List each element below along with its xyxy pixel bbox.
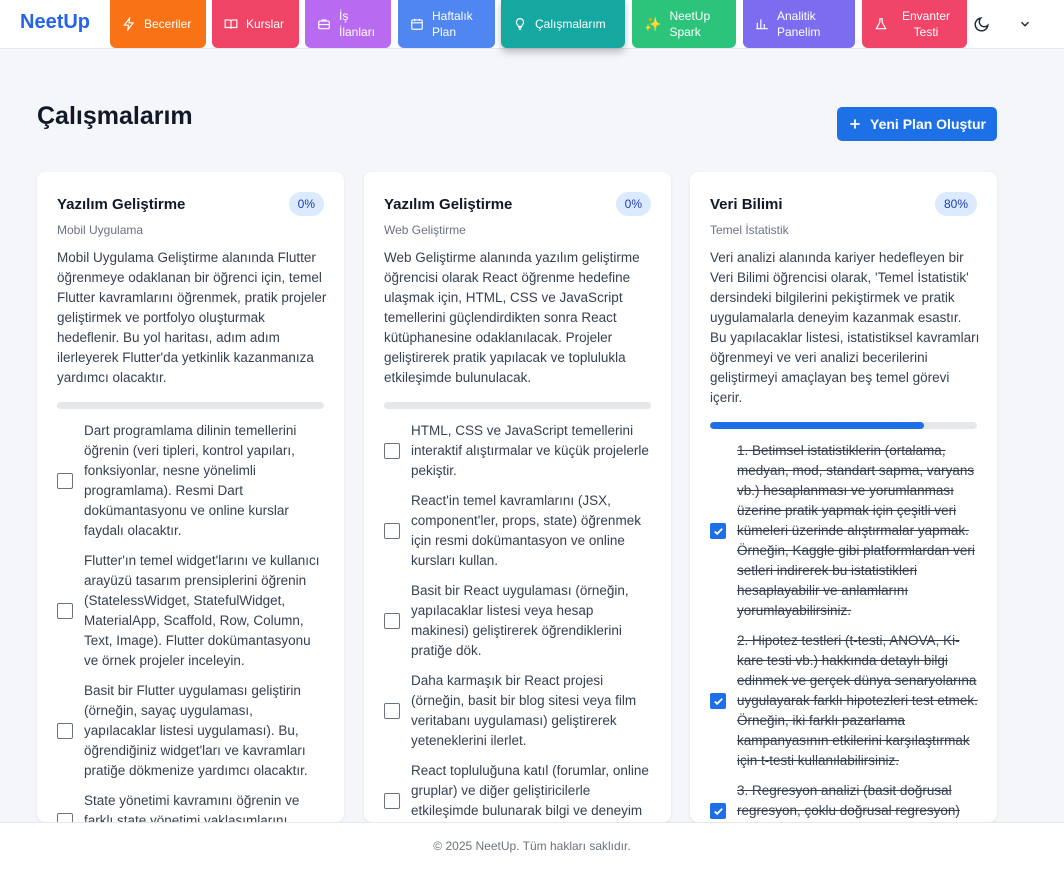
bar-chart-icon — [756, 19, 768, 30]
card-subtitle: Mobil Uygulama — [57, 223, 144, 237]
nav-label: Çalışmalarım — [535, 17, 606, 31]
progress-bar — [57, 402, 324, 409]
checkmark-icon — [713, 527, 723, 535]
nav-label: Haftalık Plan — [432, 9, 473, 39]
nav-analitik-panelim[interactable]: Analitik Panelim — [743, 0, 855, 48]
card-title: Yazılım Geliştirme — [57, 196, 186, 213]
checkmark-icon — [713, 807, 723, 815]
lightbulb-icon — [515, 18, 525, 30]
task-text: 2. Hipotez testleri (t-testi, ANOVA, Ki-… — [737, 633, 978, 768]
plus-icon — [850, 119, 860, 129]
task-text: HTML, CSS ve JavaScript temellerini inte… — [411, 423, 649, 478]
page-title: Çalışmalarım — [37, 102, 193, 130]
task-text: React'in temel kavramlarını (JSX, compon… — [411, 493, 641, 568]
copyright-text: © 2025 NeetUp. Tüm hakları saklıdır. — [433, 839, 631, 853]
checkmark-icon — [713, 697, 723, 705]
task-item: Basit bir React uygulaması (örneğin, yap… — [384, 581, 654, 661]
task-checkbox[interactable] — [710, 523, 726, 539]
theme-toggle-moon-icon[interactable] — [969, 12, 993, 36]
task-item: 1. Betimsel istatistiklerin (ortalama, m… — [710, 441, 980, 621]
nav-beceriler[interactable]: Beceriler — [110, 0, 206, 48]
task-item: 2. Hipotez testleri (t-testi, ANOVA, Ki-… — [710, 631, 980, 771]
task-checkbox[interactable] — [57, 473, 73, 489]
top-navbar: NeetUp Beceriler Kurslar İş İlanları Haf… — [0, 0, 1064, 49]
task-item: State yönetimi kavramını öğrenin ve fark… — [57, 791, 327, 822]
nav-label: Kurslar — [246, 17, 285, 31]
task-text: State yönetimi kavramını öğrenin ve fark… — [84, 793, 300, 822]
task-text: 1. Betimsel istatistiklerin (ortalama, m… — [737, 443, 975, 618]
footer: © 2025 NeetUp. Tüm hakları saklıdır. — [0, 822, 1064, 869]
task-list: HTML, CSS ve JavaScript temellerini inte… — [384, 421, 654, 822]
card-subtitle: Web Geliştirme — [384, 223, 466, 237]
task-checkbox[interactable] — [710, 803, 726, 819]
task-checkbox[interactable] — [384, 443, 400, 459]
plan-card: Yazılım Geliştirme 0% Web Geliştirme Web… — [364, 172, 671, 822]
task-item: HTML, CSS ve JavaScript temellerini inte… — [384, 421, 654, 481]
task-checkbox[interactable] — [57, 723, 73, 739]
card-title: Veri Bilimi — [710, 196, 783, 213]
task-checkbox[interactable] — [384, 793, 400, 809]
sparkles-icon: ✨ — [644, 16, 662, 32]
progress-badge: 0% — [288, 192, 324, 216]
task-text: Basit bir Flutter uygulaması geliştirin … — [84, 683, 308, 778]
new-plan-label: Yeni Plan Oluştur — [870, 116, 986, 132]
flask-icon — [875, 18, 887, 30]
task-text: Flutter'ın temel widget'larını ve kullan… — [84, 553, 320, 668]
progress-fill — [710, 422, 924, 429]
nav-is-ilanlari[interactable]: İş İlanları — [305, 0, 391, 48]
nav-envanter-testi[interactable]: Envanter Testi — [862, 0, 967, 48]
nav-calismalarim[interactable]: Çalışmalarım — [501, 0, 625, 48]
nav-kurslar[interactable]: Kurslar — [212, 0, 299, 48]
plan-card: Veri Bilimi 80% Temel İstatistik Veri an… — [690, 172, 997, 822]
progress-bar — [384, 402, 651, 409]
task-item: Dart programlama dilinin temellerini öğr… — [57, 421, 327, 541]
task-checkbox[interactable] — [384, 523, 400, 539]
card-title: Yazılım Geliştirme — [384, 196, 513, 213]
task-item: Basit bir Flutter uygulaması geliştirin … — [57, 681, 327, 781]
chevron-down-icon[interactable] — [1013, 12, 1037, 36]
task-text: Basit bir React uygulaması (örneğin, yap… — [411, 583, 629, 658]
new-plan-button[interactable]: Yeni Plan Oluştur — [837, 107, 997, 141]
nav-haftalik-plan[interactable]: Haftalık Plan — [398, 0, 495, 48]
lightning-icon — [123, 17, 135, 31]
nav-label: Envanter Testi — [901, 9, 951, 39]
task-text: React topluluğuna katıl (forumlar, onlin… — [411, 763, 649, 818]
calendar-icon — [411, 18, 423, 30]
task-checkbox[interactable] — [57, 603, 73, 619]
card-description: Web Geliştirme alanında yazılım geliştir… — [384, 250, 640, 385]
task-text: 3. Regresyon analizi (basit doğrusal reg… — [737, 783, 960, 818]
nav-label: NeetUp Spark — [669, 9, 711, 39]
nav-label: İş İlanları — [339, 9, 376, 39]
nav-label: Beceriler — [144, 17, 192, 31]
progress-bar — [710, 422, 977, 429]
task-text: Daha karmaşık bir React projesi (örneğin… — [411, 673, 637, 748]
book-icon — [224, 19, 238, 29]
progress-badge: 80% — [934, 192, 977, 216]
task-text: Dart programlama dilinin temellerini öğr… — [84, 423, 297, 538]
task-list: 1. Betimsel istatistiklerin (ortalama, m… — [710, 441, 980, 822]
nav-label: Analitik Panelim — [777, 9, 821, 39]
task-item: React'in temel kavramlarını (JSX, compon… — [384, 491, 654, 571]
briefcase-icon — [318, 19, 330, 30]
task-item: 3. Regresyon analizi (basit doğrusal reg… — [710, 781, 980, 822]
task-checkbox[interactable] — [384, 703, 400, 719]
task-item: Daha karmaşık bir React projesi (örneğin… — [384, 671, 654, 751]
task-checkbox[interactable] — [384, 613, 400, 629]
task-item: React topluluğuna katıl (forumlar, onlin… — [384, 761, 654, 822]
task-checkbox[interactable] — [57, 813, 73, 822]
task-item: Flutter'ın temel widget'larını ve kullan… — [57, 551, 327, 671]
card-subtitle: Temel İstatistik — [710, 223, 789, 237]
task-checkbox[interactable] — [710, 693, 726, 709]
plan-card: Yazılım Geliştirme 0% Mobil Uygulama Mob… — [37, 172, 344, 822]
card-description: Mobil Uygulama Geliştirme alanında Flutt… — [57, 250, 327, 385]
app-logo[interactable]: NeetUp — [20, 11, 90, 34]
progress-badge: 0% — [615, 192, 651, 216]
task-list: Dart programlama dilinin temellerini öğr… — [57, 421, 327, 822]
nav-neetup-spark[interactable]: ✨ NeetUp Spark — [632, 0, 736, 48]
card-description: Veri analizi alanında kariyer hedefleyen… — [710, 250, 980, 405]
